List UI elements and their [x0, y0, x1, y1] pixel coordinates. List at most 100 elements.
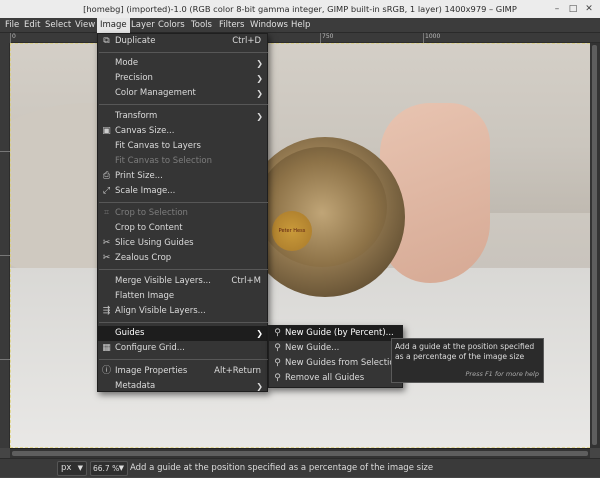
new-guide-percent-item[interactable]: ⚲ New Guide (by Percent)...: [269, 326, 402, 341]
menu-file[interactable]: File: [2, 18, 22, 33]
slice-guides-item[interactable]: ✂ Slice Using Guides: [98, 236, 267, 251]
item-label: Color Management: [115, 88, 196, 98]
item-label: Merge Visible Layers...: [115, 276, 211, 286]
minimize-icon[interactable]: –: [551, 3, 563, 15]
printer-icon: ⎙: [102, 171, 111, 181]
chevron-right-icon: ❯: [256, 89, 263, 98]
item-label: Flatten Image: [115, 291, 175, 301]
merge-visible-item[interactable]: Merge Visible Layers... Ctrl+M: [98, 274, 267, 289]
item-label: Configure Grid...: [115, 343, 185, 353]
chevron-right-icon: ❯: [256, 112, 263, 121]
zoom-select[interactable]: 66.7 % ▼: [90, 461, 128, 476]
ruler-tick-label: 1000: [423, 33, 440, 43]
item-label: Print Size...: [115, 171, 163, 181]
guides-from-selection-item[interactable]: ⚲ New Guides from Selection: [269, 356, 402, 371]
ruler-tick: [0, 151, 10, 152]
menu-separator: [99, 202, 268, 203]
crop-selection-item[interactable]: ⌗ Crop to Selection: [98, 206, 267, 221]
item-label: Zealous Crop: [115, 253, 172, 263]
item-label: Crop to Selection: [115, 208, 188, 218]
vertical-scrollbar[interactable]: [590, 43, 600, 448]
precision-item[interactable]: Precision ❯: [98, 71, 267, 86]
guides-item[interactable]: Guides ❯: [98, 326, 267, 341]
grid-icon: ▦: [102, 343, 111, 353]
menu-separator: [99, 104, 268, 105]
chevron-right-icon: ❯: [256, 329, 263, 338]
menu-separator: [99, 52, 268, 53]
menu-edit[interactable]: Edit: [21, 18, 43, 33]
guide-icon: ⚲: [274, 373, 281, 383]
chevron-down-icon: ▼: [77, 464, 83, 472]
item-label: Transform: [115, 111, 158, 121]
chevron-right-icon: ❯: [256, 382, 263, 391]
item-label: Metadata: [115, 381, 156, 391]
status-message: Add a guide at the position specified as…: [130, 463, 434, 473]
tooltip-text: Add a guide at the position specified as…: [395, 342, 535, 361]
menu-separator: [99, 322, 268, 323]
maximize-icon[interactable]: □: [567, 3, 579, 15]
guides-submenu: ⚲ New Guide (by Percent)... ⚲ New Guide...…: [268, 325, 403, 388]
scale-image-item[interactable]: ⤢ Scale Image...: [98, 184, 267, 199]
item-label: Mode: [115, 58, 139, 68]
guide-icon: ⚲: [274, 358, 281, 368]
item-label: Align Visible Layers...: [115, 306, 206, 316]
remove-guides-item[interactable]: ⚲ Remove all Guides: [269, 371, 402, 386]
menu-colors[interactable]: Colors: [155, 18, 188, 33]
print-size-item[interactable]: ⎙ Print Size...: [98, 169, 267, 184]
ruler-tick: [0, 255, 10, 256]
menu-view[interactable]: View: [72, 18, 98, 33]
item-label: New Guides from Selection: [285, 358, 400, 368]
flatten-image-item[interactable]: Flatten Image: [98, 289, 267, 304]
horizontal-scrollbar[interactable]: [10, 448, 590, 458]
menu-tools[interactable]: Tools: [188, 18, 215, 33]
transform-item[interactable]: Transform ❯: [98, 109, 267, 124]
scrollbar-thumb[interactable]: [12, 451, 588, 456]
color-management-item[interactable]: Color Management ❯: [98, 86, 267, 101]
item-label: Precision: [115, 73, 153, 83]
new-guide-item[interactable]: ⚲ New Guide...: [269, 341, 402, 356]
slice-icon: ✂: [102, 238, 111, 248]
canvas-area[interactable]: 0 750 1000 Peter Hess: [0, 33, 600, 458]
canvas-size-icon: ▣: [102, 126, 111, 136]
canvas-size-item[interactable]: ▣ Canvas Size...: [98, 124, 267, 139]
tooltip-help: Press F1 for more help: [465, 370, 539, 378]
vertical-ruler[interactable]: [0, 43, 10, 448]
window-title: [homebg] (imported)-1.0 (RGB color 8-bit…: [83, 4, 517, 14]
menu-separator: [99, 359, 268, 360]
scale-icon: ⤢: [102, 186, 111, 196]
scrollbar-thumb[interactable]: [592, 45, 597, 445]
duplicate-item[interactable]: ⧉ Duplicate Ctrl+D: [98, 34, 267, 49]
item-label: New Guide (by Percent)...: [285, 328, 394, 338]
chevron-right-icon: ❯: [256, 74, 263, 83]
crop-icon: ⌗: [103, 208, 110, 218]
item-label: Fit Canvas to Selection: [115, 156, 212, 166]
chevron-right-icon: ❯: [256, 59, 263, 68]
ruler-tick: [0, 359, 10, 360]
fit-canvas-selection-item[interactable]: Fit Canvas to Selection: [98, 154, 267, 169]
metadata-item[interactable]: Metadata ❯: [98, 379, 267, 394]
ruler-corner[interactable]: [0, 33, 10, 43]
menu-help[interactable]: Help: [288, 18, 313, 33]
menu-select[interactable]: Select: [42, 18, 74, 33]
menu-bar: File Edit Select View Image Layer Colors…: [0, 18, 600, 33]
item-label: Image Properties: [115, 366, 188, 376]
menu-layer[interactable]: Layer: [128, 18, 158, 33]
zealous-crop-item[interactable]: ✂ Zealous Crop: [98, 251, 267, 266]
unit-value: px: [61, 463, 72, 473]
mode-item[interactable]: Mode ❯: [98, 56, 267, 71]
item-shortcut: Alt+Return: [214, 366, 261, 376]
menu-windows[interactable]: Windows: [247, 18, 291, 33]
fit-canvas-layers-item[interactable]: Fit Canvas to Layers: [98, 139, 267, 154]
menu-filters[interactable]: Filters: [216, 18, 247, 33]
close-icon[interactable]: ✕: [583, 3, 595, 15]
unit-select[interactable]: px ▼: [57, 461, 87, 476]
menu-image[interactable]: Image: [97, 18, 130, 33]
configure-grid-item[interactable]: ▦ Configure Grid...: [98, 341, 267, 356]
item-label: Fit Canvas to Layers: [115, 141, 201, 151]
image-properties-item[interactable]: ⓘ Image Properties Alt+Return: [98, 364, 267, 379]
crop-content-item[interactable]: Crop to Content: [98, 221, 267, 236]
tooltip: Add a guide at the position specified as…: [391, 338, 544, 383]
zoom-value: 66.7 %: [93, 464, 120, 473]
guide-icon: ⚲: [274, 328, 281, 338]
align-visible-item[interactable]: ⇶ Align Visible Layers...: [98, 304, 267, 319]
